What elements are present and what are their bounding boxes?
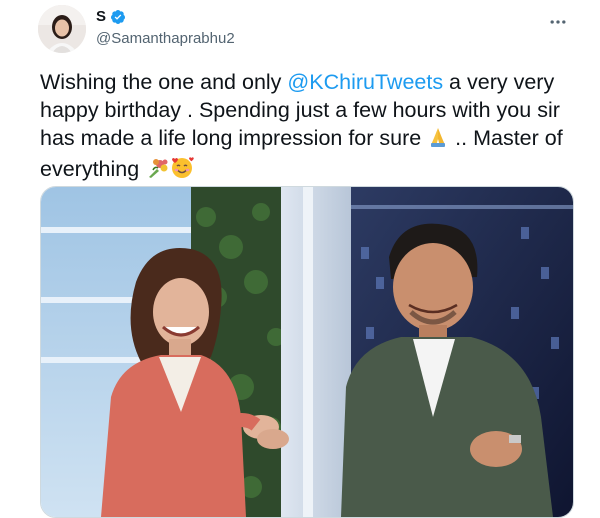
author-name-row: S <box>96 8 126 26</box>
tweet-text: Wishing the one and only @KChiruTweets a… <box>40 68 570 186</box>
verified-badge-icon <box>111 10 126 24</box>
tweet-text-part-1: Wishing the one and only <box>40 70 288 94</box>
more-options-button[interactable] <box>544 8 572 36</box>
tweet-photo[interactable] <box>40 186 574 518</box>
more-horizontal-icon <box>550 20 566 24</box>
tweet: S @Samanthaprabhu2 Wishing the one and o… <box>0 0 600 518</box>
mention-link[interactable]: @KChiruTweets <box>287 70 443 94</box>
tweet-photo-icon <box>41 187 573 517</box>
smiling-face-with-hearts-emoji-icon <box>169 155 195 186</box>
author-handle[interactable]: @Samanthaprabhu2 <box>96 30 235 48</box>
profile-photo-icon <box>38 5 86 53</box>
folded-hands-emoji-icon <box>427 126 449 155</box>
avatar[interactable] <box>38 5 86 53</box>
author-display-name[interactable]: S <box>96 8 106 26</box>
bouquet-emoji-icon <box>145 157 169 186</box>
